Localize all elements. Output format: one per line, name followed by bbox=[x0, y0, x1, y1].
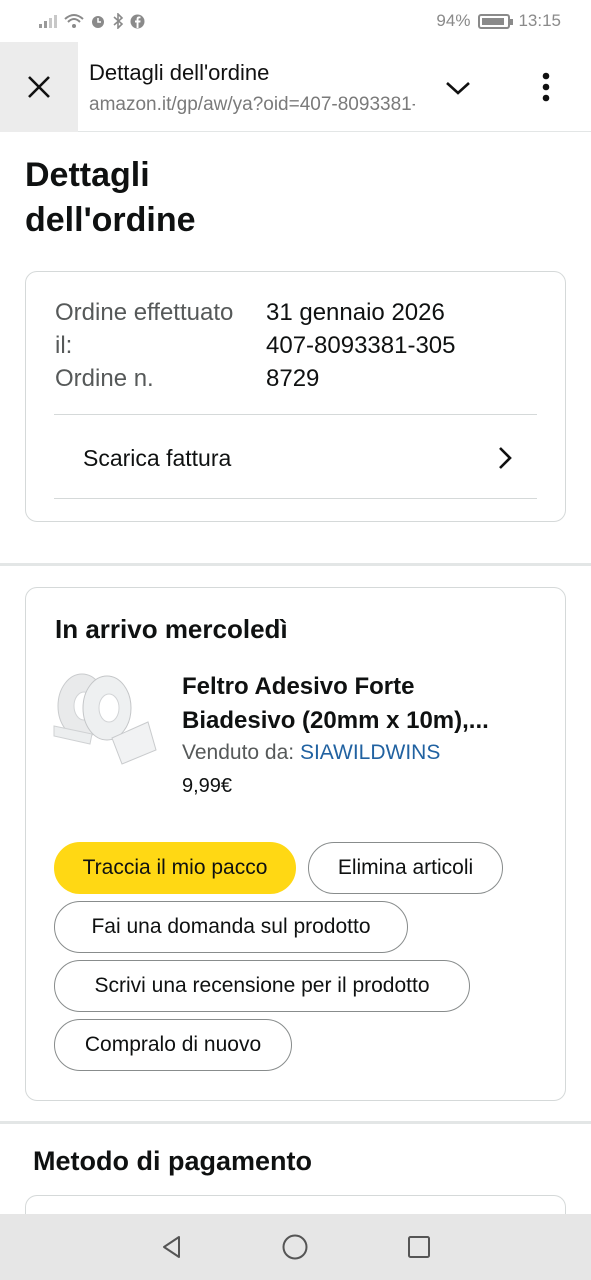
expand-button[interactable] bbox=[438, 70, 478, 106]
order-info-card: Ordine effettuato il: Ordine n. 31 genna… bbox=[25, 271, 566, 522]
divider bbox=[54, 414, 537, 415]
seller-link[interactable]: SIAWILDWINS bbox=[300, 741, 440, 764]
alarm-icon bbox=[92, 16, 104, 28]
browser-header: Dettagli dell'ordine amazon.it/gp/aw/ya?… bbox=[0, 42, 591, 132]
order-number-value: 407-8093381-3058729 bbox=[266, 332, 456, 392]
battery-percent: 94% bbox=[436, 11, 471, 30]
download-invoice-row[interactable]: Scarica fattura bbox=[54, 416, 537, 500]
close-icon bbox=[28, 76, 50, 98]
back-button[interactable] bbox=[152, 1227, 192, 1267]
facebook-icon bbox=[130, 14, 145, 28]
order-info-labels: Ordine effettuato il: Ordine n. bbox=[55, 296, 235, 395]
order-date-value: 31 gennaio 2026 bbox=[266, 299, 445, 326]
product-image[interactable] bbox=[52, 666, 160, 772]
back-triangle-icon bbox=[162, 1236, 180, 1258]
write-review-button[interactable]: Scrivi una recensione per il prodotto bbox=[54, 960, 470, 1012]
order-number-label: Ordine n. bbox=[55, 365, 154, 392]
signal-icon bbox=[39, 15, 57, 28]
page-title: Dettagli dell'ordine bbox=[25, 156, 196, 239]
shipment-card: In arrivo mercoledì Feltro Adesivo Forte… bbox=[25, 587, 566, 1101]
ask-product-question-button[interactable]: Fai una domanda sul prodotto bbox=[54, 901, 408, 953]
overflow-menu-button[interactable] bbox=[530, 67, 562, 107]
delivery-status-heading: In arrivo mercoledì bbox=[55, 614, 288, 644]
recents-button[interactable] bbox=[399, 1227, 439, 1267]
product-title[interactable]: Feltro Adesivo Forte Biadesivo (20mm x 1… bbox=[182, 670, 542, 738]
recents-square-icon bbox=[408, 1236, 431, 1258]
status-icons bbox=[38, 13, 145, 29]
more-vert-icon bbox=[542, 72, 550, 102]
section-divider bbox=[0, 1121, 591, 1124]
remove-items-button[interactable]: Elimina articoli bbox=[308, 842, 503, 894]
status-bar: 94% 13:15 bbox=[0, 0, 591, 42]
product-title-line-1: Feltro Adesivo Forte bbox=[182, 673, 415, 700]
browser-url[interactable]: amazon.it/gp/aw/ya?oid=407-8093381-30587… bbox=[89, 94, 415, 116]
order-info-values: 31 gennaio 2026 407-8093381-3058729 bbox=[266, 296, 466, 395]
product-price: 9,99€ bbox=[182, 775, 233, 797]
payment-method-heading: Metodo di pagamento bbox=[33, 1146, 312, 1176]
status-right: 94% 13:15 bbox=[436, 11, 561, 31]
order-date-label: Ordine effettuato il: bbox=[55, 299, 234, 359]
chevron-right-icon bbox=[499, 447, 512, 469]
chevron-down-icon bbox=[446, 82, 470, 95]
bluetooth-icon bbox=[113, 13, 124, 29]
clock: 13:15 bbox=[518, 11, 561, 30]
track-package-button[interactable]: Traccia il mio pacco bbox=[54, 842, 296, 894]
home-button[interactable] bbox=[275, 1227, 315, 1267]
product-title-line-2: Biadesivo (20mm x 10m),... bbox=[182, 707, 489, 734]
seller-row: Venduto da: SIAWILDWINS bbox=[182, 741, 440, 765]
close-button[interactable] bbox=[0, 42, 78, 132]
buy-again-button[interactable]: Compralo di nuovo bbox=[54, 1019, 292, 1071]
section-divider bbox=[0, 563, 591, 566]
wifi-icon bbox=[64, 14, 84, 28]
browser-title: Dettagli dell'ordine bbox=[89, 60, 270, 85]
download-invoice-label: Scarica fattura bbox=[83, 444, 232, 471]
seller-prefix: Venduto da: bbox=[182, 741, 300, 764]
divider bbox=[54, 498, 537, 499]
battery-icon bbox=[478, 13, 514, 29]
system-navigation-bar bbox=[0, 1214, 591, 1280]
home-circle-icon bbox=[282, 1234, 308, 1260]
